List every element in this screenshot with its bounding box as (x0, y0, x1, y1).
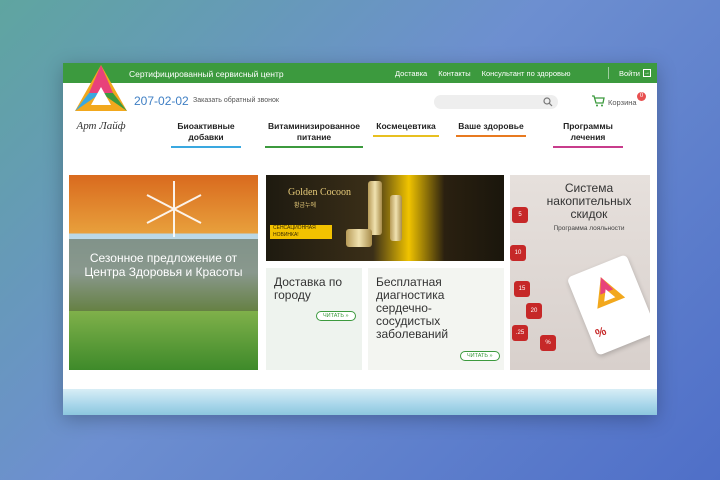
cart-icon[interactable] (591, 95, 605, 107)
nav-label: Витаминизированное питание (268, 121, 360, 142)
loyalty-card: % (566, 254, 650, 356)
dice-decoration: .25 (512, 325, 528, 341)
nav-item-health[interactable]: Ваше здоровье (456, 121, 526, 137)
lower-banner-strip (63, 389, 657, 415)
link-delivery[interactable]: Доставка (395, 69, 427, 78)
read-more-button[interactable]: ЧИТАТЬ » (316, 311, 356, 321)
logo[interactable]: Арт Лайф (69, 63, 133, 145)
brand-subtitle: 황금누에 (294, 203, 317, 209)
nav-underline (265, 146, 363, 148)
read-more-button[interactable]: ЧИТАТЬ » (460, 351, 500, 361)
callback-link[interactable]: Заказать обратный звонок (193, 97, 279, 104)
top-links: Доставка Контакты Консультант по здоровь… (395, 69, 571, 78)
cart-label[interactable]: Корзина (608, 98, 637, 107)
nav-underline (456, 135, 526, 137)
nav-item-supplements[interactable]: Биоактивные добавки (171, 121, 241, 148)
login-link[interactable]: Войти (619, 69, 640, 78)
divider (608, 67, 609, 79)
tile-title: Бесплатная диагностика сердечно-сосудист… (376, 275, 449, 341)
banner-discount-system[interactable]: Система накопительных скидок Программа л… (510, 175, 650, 370)
dice-decoration: 10 (510, 245, 526, 261)
tile-title: Доставка по городу (274, 275, 343, 302)
tile-title: Система накопительных скидок (546, 181, 632, 221)
dice-decoration: 20 (526, 303, 542, 319)
percent-sign: % (593, 323, 609, 341)
banner-golden-cocoon[interactable]: Golden Cocoon 황금누에 СЕНСАЦИОННАЯ НОВИНКА! (266, 175, 504, 261)
banner-title: Сезонное предложение от Центра Здоровья … (84, 251, 243, 279)
phone-number[interactable]: 207-02-02 (134, 94, 189, 108)
product-bottle (390, 195, 402, 241)
login-icon[interactable]: → (643, 69, 651, 77)
tile-delivery[interactable]: Доставка по городу ЧИТАТЬ » (266, 268, 362, 370)
nav-label: Космецевтика (376, 121, 436, 131)
logo-icon (597, 277, 626, 309)
nav-item-cosmeceutics[interactable]: Космецевтика (373, 121, 439, 137)
snowflake-icon (146, 181, 202, 237)
dice-decoration: % (540, 335, 556, 351)
search-icon[interactable] (543, 97, 553, 107)
product-bottle (368, 181, 382, 235)
product-jar (346, 229, 372, 247)
search-input[interactable] (434, 95, 558, 109)
brand-name: Golden Cocoon (288, 187, 352, 198)
logo-text: Арт Лайф (75, 120, 125, 132)
nav-item-nutrition[interactable]: Витаминизированное питание (265, 121, 363, 148)
banner-seasonal-offer[interactable]: Сезонное предложение от Центра Здоровья … (69, 175, 258, 370)
nav-underline (373, 135, 439, 137)
top-bar: Сертифицированный сервисный центр Достав… (63, 63, 657, 83)
nav-label: Программы лечения (563, 121, 613, 142)
dice-decoration: 5 (512, 207, 528, 223)
tile-subtitle: Программа лояльности (553, 225, 625, 232)
browser-page: Сертифицированный сервисный центр Достав… (63, 63, 657, 415)
tagline: Сертифицированный сервисный центр (129, 69, 284, 79)
nav-underline (553, 146, 623, 148)
cart-count-badge: 0 (637, 92, 646, 101)
nav-underline (171, 146, 241, 148)
nav-label: Биоактивные добавки (177, 121, 235, 142)
nav-label: Ваше здоровье (458, 121, 524, 131)
dice-decoration: 15 (514, 281, 530, 297)
new-product-label: СЕНСАЦИОННАЯ НОВИНКА! (270, 225, 332, 239)
link-consultant[interactable]: Консультант по здоровью (482, 69, 571, 78)
nav-item-programs[interactable]: Программы лечения (553, 121, 623, 148)
tile-diagnostics[interactable]: Бесплатная диагностика сердечно-сосудист… (368, 268, 504, 370)
link-contacts[interactable]: Контакты (438, 69, 470, 78)
